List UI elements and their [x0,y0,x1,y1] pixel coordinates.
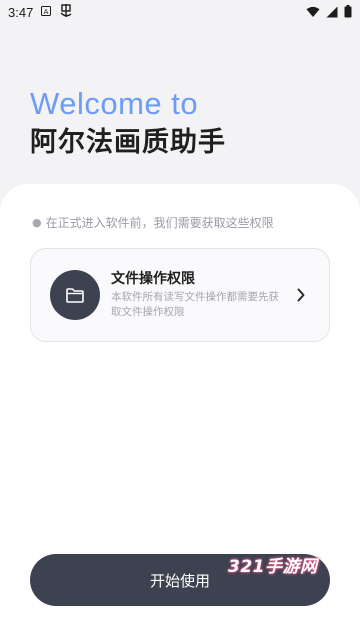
status-bar: 3:47 A [0,0,360,24]
permission-hint-text: 在正式进入软件前，我们需要获取这些权限 [45,216,274,230]
wifi-icon [306,3,320,22]
battery-icon [344,3,352,22]
bullet-dot-icon: ● [32,216,42,229]
app-notification-icon [59,3,73,21]
app-name-title: 阿尔法画质助手 [30,127,226,158]
permission-hint: ● 在正式进入软件前，我们需要获取这些权限 [32,214,274,231]
status-right [306,3,352,22]
status-left: 3:47 A [8,3,73,21]
folder-icon [50,270,100,320]
welcome-header: Welcome to 阿尔法画质助手 [30,86,226,162]
welcome-text: Welcome to [30,86,199,121]
file-permission-text: 文件操作权限 本软件所有读写文件操作都需要先获取文件操作权限 [111,270,286,320]
signal-icon [326,3,338,22]
svg-text:A: A [44,8,49,16]
chevron-right-icon[interactable] [296,288,306,302]
file-permission-description: 本软件所有读写文件操作都需要先获取文件操作权限 [111,291,279,318]
status-time: 3:47 [8,4,34,20]
watermark-text: 321手游网 [228,557,318,577]
file-permission-title: 文件操作权限 [111,271,195,287]
font-a-icon: A [41,5,52,19]
file-permission-card[interactable]: 文件操作权限 本软件所有读写文件操作都需要先获取文件操作权限 [30,248,330,342]
